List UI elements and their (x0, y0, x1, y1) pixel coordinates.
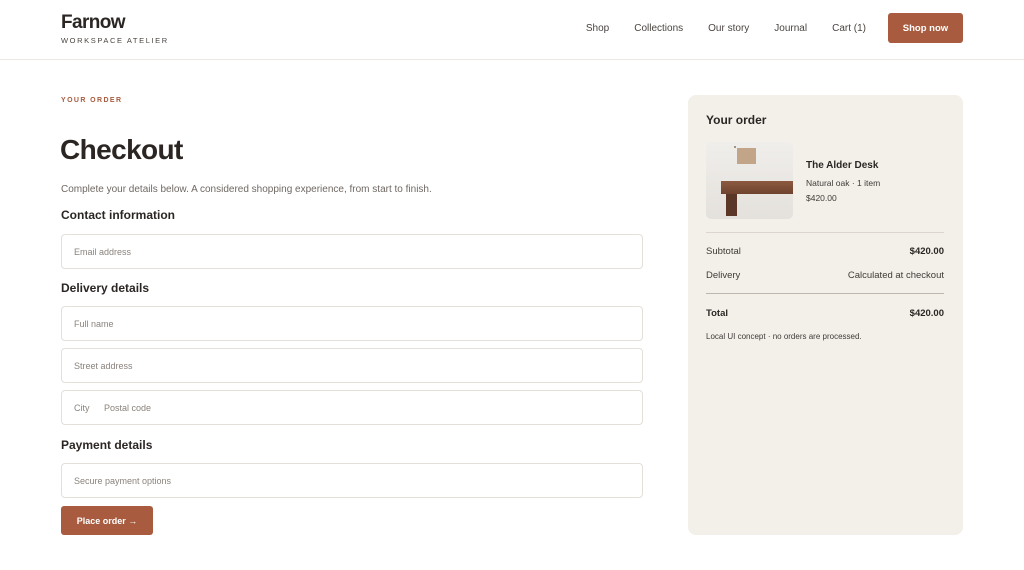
postal-code-field[interactable] (104, 402, 224, 413)
nav-journal[interactable]: Journal (774, 22, 807, 36)
payment-section-title: Payment details (61, 438, 153, 452)
delivery-value: Calculated at checkout (847, 270, 944, 281)
page-title: Checkout (60, 134, 183, 165)
subtotal-value: $420.00 (909, 246, 944, 257)
checkout-eyebrow: YOUR ORDER (61, 97, 123, 104)
total-label: Total (706, 308, 728, 319)
brand-logo[interactable]: Farnow WORKSPACE ATELIER (61, 12, 169, 46)
delivery-section-title: Delivery details (61, 281, 150, 295)
total-divider (706, 293, 944, 294)
nav-cart[interactable]: Cart (1) (832, 22, 866, 36)
subtotal-label: Subtotal (706, 246, 741, 257)
main-nav: Shop Collections Our story Journal Cart … (586, 22, 866, 36)
wall-art-graphic (737, 148, 756, 164)
product-price: $420.00 (806, 193, 837, 203)
desk-product-image (706, 142, 793, 219)
shop-now-button[interactable]: Shop now (888, 13, 963, 43)
city-postal-row (61, 390, 643, 425)
full-name-field[interactable] (61, 306, 643, 341)
total-value: $420.00 (909, 308, 944, 319)
brand-name: Farnow (61, 12, 126, 33)
delivery-label: Delivery (706, 270, 741, 281)
summary-divider (706, 232, 944, 233)
site-header: Farnow WORKSPACE ATELIER Shop Collection… (0, 0, 1024, 60)
payment-options-field[interactable] (61, 463, 643, 498)
product-name: The Alder Desk (806, 160, 879, 171)
contact-section-title: Contact information (61, 208, 175, 222)
summary-title: Your order (706, 113, 767, 127)
order-summary: Your order The Alder Desk Natural oak · … (688, 95, 963, 535)
desk-leg-graphic (726, 194, 737, 216)
desk-top-graphic (721, 181, 793, 194)
city-field[interactable] (74, 402, 100, 413)
summary-note: Local UI concept · no orders are process… (706, 332, 862, 341)
nav-collections[interactable]: Collections (634, 22, 683, 36)
street-address-field[interactable] (61, 348, 643, 383)
page-subtitle: Complete your details below. A considere… (61, 184, 432, 195)
product-meta: Natural oak · 1 item (806, 178, 881, 188)
nav-shop[interactable]: Shop (586, 22, 609, 36)
nav-our-story[interactable]: Our story (708, 22, 749, 36)
brand-tagline: WORKSPACE ATELIER (61, 36, 169, 45)
pin-graphic (734, 146, 736, 148)
email-field[interactable] (61, 234, 643, 269)
place-order-button[interactable]: Place order → (61, 506, 153, 535)
